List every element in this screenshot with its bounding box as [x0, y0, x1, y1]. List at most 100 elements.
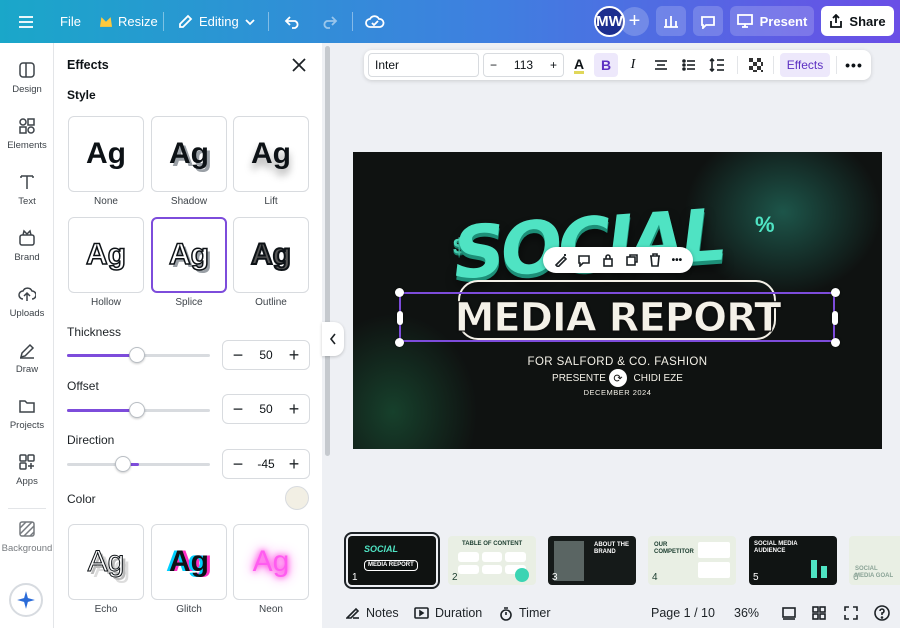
more-options-button[interactable]: •••: [842, 53, 866, 77]
resize-handle[interactable]: [831, 338, 840, 347]
style-hollow-tile[interactable]: Ag: [68, 217, 144, 293]
direction-stepper: − -45 +: [222, 449, 310, 479]
notes-button[interactable]: Notes: [346, 598, 399, 628]
color-swatch[interactable]: [285, 486, 309, 510]
style-none-tile[interactable]: Ag: [68, 116, 144, 192]
bold-icon: B: [600, 57, 612, 73]
file-menu[interactable]: File: [60, 0, 81, 43]
rail-item-uploads[interactable]: Uploads: [0, 285, 54, 335]
rail-item-apps[interactable]: Apps: [0, 453, 54, 503]
slide-subtitle[interactable]: FOR SALFORD & CO. FASHION: [353, 356, 882, 368]
editing-mode-dropdown[interactable]: Editing: [177, 0, 255, 43]
offset-value[interactable]: 50: [259, 402, 272, 416]
font-family-select[interactable]: Inter: [368, 53, 479, 77]
direction-value[interactable]: -45: [257, 457, 274, 471]
rail-item-draw[interactable]: Draw: [0, 341, 54, 391]
rail-item-elements[interactable]: Elements: [0, 117, 54, 167]
page-indicator[interactable]: Page 1 / 10: [651, 598, 715, 628]
resize-handle[interactable]: [395, 288, 404, 297]
present-button[interactable]: Present: [730, 6, 814, 36]
bold-button[interactable]: B: [594, 53, 618, 77]
offset-slider[interactable]: [67, 402, 210, 418]
style-neon-tile[interactable]: Ag: [233, 524, 309, 600]
panel-scrollbar[interactable]: [325, 46, 330, 456]
magic-edit-icon[interactable]: [554, 253, 568, 267]
decrement-button[interactable]: −: [231, 345, 245, 366]
slide-date[interactable]: DECEMBER 2024: [353, 388, 882, 397]
rail-item-projects[interactable]: Projects: [0, 397, 54, 447]
duplicate-icon[interactable]: [625, 253, 639, 267]
page-view-button[interactable]: [782, 598, 796, 628]
spacing-button[interactable]: [705, 53, 729, 77]
help-button[interactable]: [874, 598, 890, 628]
close-icon[interactable]: [290, 56, 308, 74]
increment-button[interactable]: +: [287, 345, 301, 366]
timer-icon: [500, 606, 512, 621]
resize-handle[interactable]: [395, 338, 404, 347]
more-icon[interactable]: •••: [672, 255, 683, 266]
increment-button[interactable]: +: [287, 454, 301, 475]
comments-button[interactable]: [693, 6, 723, 36]
undo-button[interactable]: [284, 0, 302, 43]
align-button[interactable]: [649, 53, 673, 77]
slide-thumbnail-4[interactable]: OUR COMPETITOR 4: [648, 536, 736, 585]
zoom-level[interactable]: 36%: [734, 598, 759, 628]
trash-icon[interactable]: [648, 253, 662, 267]
rotate-handle[interactable]: ⟳: [609, 369, 627, 387]
cloud-save-status[interactable]: [365, 0, 385, 43]
lock-icon[interactable]: [601, 253, 615, 267]
slide-thumbnail-6[interactable]: SOCIAL MEDIA GOAL 6: [849, 536, 900, 585]
decrease-size-button[interactable]: −: [490, 58, 497, 72]
add-collaborator-button[interactable]: +: [620, 7, 649, 36]
slide-thumbnail-5[interactable]: SOCIAL MEDIA AUDIENCE 5: [749, 536, 837, 585]
rail-item-design[interactable]: Design: [0, 61, 54, 111]
font-size-value[interactable]: 113: [514, 58, 533, 72]
direction-slider-handle[interactable]: [115, 456, 131, 472]
style-outline-tile[interactable]: Ag: [233, 217, 309, 293]
slide-canvas[interactable]: $ SOCIAL % MEDIA REPORT ••• FOR SALFORD …: [353, 152, 882, 449]
style-glitch-tile[interactable]: Ag: [151, 524, 227, 600]
share-button[interactable]: Share: [821, 6, 894, 36]
list-button[interactable]: [677, 53, 701, 77]
slide-thumbnail-1[interactable]: SOCIAL MEDIA REPORT 1: [344, 532, 440, 589]
thickness-slider-handle[interactable]: [129, 347, 145, 363]
increase-size-button[interactable]: +: [550, 58, 557, 72]
style-lift-tile[interactable]: Ag: [233, 116, 309, 192]
decrement-button[interactable]: −: [231, 399, 245, 420]
redo-button[interactable]: [320, 0, 338, 43]
analytics-button[interactable]: [656, 6, 686, 36]
duration-button[interactable]: Duration: [414, 598, 482, 628]
rail-item-background[interactable]: Background: [0, 520, 54, 570]
text-color-button[interactable]: A: [567, 53, 591, 77]
thickness-slider[interactable]: [67, 347, 210, 363]
rail-item-brand[interactable]: Brand: [0, 229, 54, 279]
fullscreen-button[interactable]: [844, 598, 858, 628]
resize-button[interactable]: Resize: [100, 0, 158, 43]
resize-handle[interactable]: [831, 288, 840, 297]
increment-button[interactable]: +: [287, 399, 301, 420]
timer-button[interactable]: Timer: [499, 598, 550, 628]
direction-slider[interactable]: [67, 456, 210, 472]
share-icon: [830, 14, 843, 28]
resize-handle[interactable]: [832, 311, 838, 325]
offset-slider-handle[interactable]: [129, 402, 145, 418]
resize-handle[interactable]: [397, 311, 403, 325]
expand-icon: [844, 606, 858, 620]
collapse-panel-button[interactable]: [322, 322, 344, 356]
rail-item-text[interactable]: Text: [0, 173, 54, 223]
slide-thumbnail-3[interactable]: ABOUT THE BRAND 3: [548, 536, 636, 585]
style-echo-tile[interactable]: Ag: [68, 524, 144, 600]
style-shadow-tile[interactable]: Ag: [151, 116, 227, 192]
thickness-value[interactable]: 50: [259, 348, 272, 362]
decrement-button[interactable]: −: [231, 454, 245, 475]
magic-assistant-button[interactable]: [9, 583, 43, 617]
transparency-button[interactable]: [744, 53, 768, 77]
comment-add-icon[interactable]: [577, 253, 591, 267]
effects-button[interactable]: Effects: [780, 53, 830, 77]
menu-button[interactable]: [18, 0, 34, 43]
grid-view-button[interactable]: [812, 598, 826, 628]
italic-button[interactable]: I: [621, 53, 645, 77]
style-splice-tile[interactable]: Ag: [151, 217, 227, 293]
layout-icon: [19, 62, 35, 78]
slide-thumbnail-2[interactable]: TABLE OF CONTENT 2: [448, 536, 536, 585]
